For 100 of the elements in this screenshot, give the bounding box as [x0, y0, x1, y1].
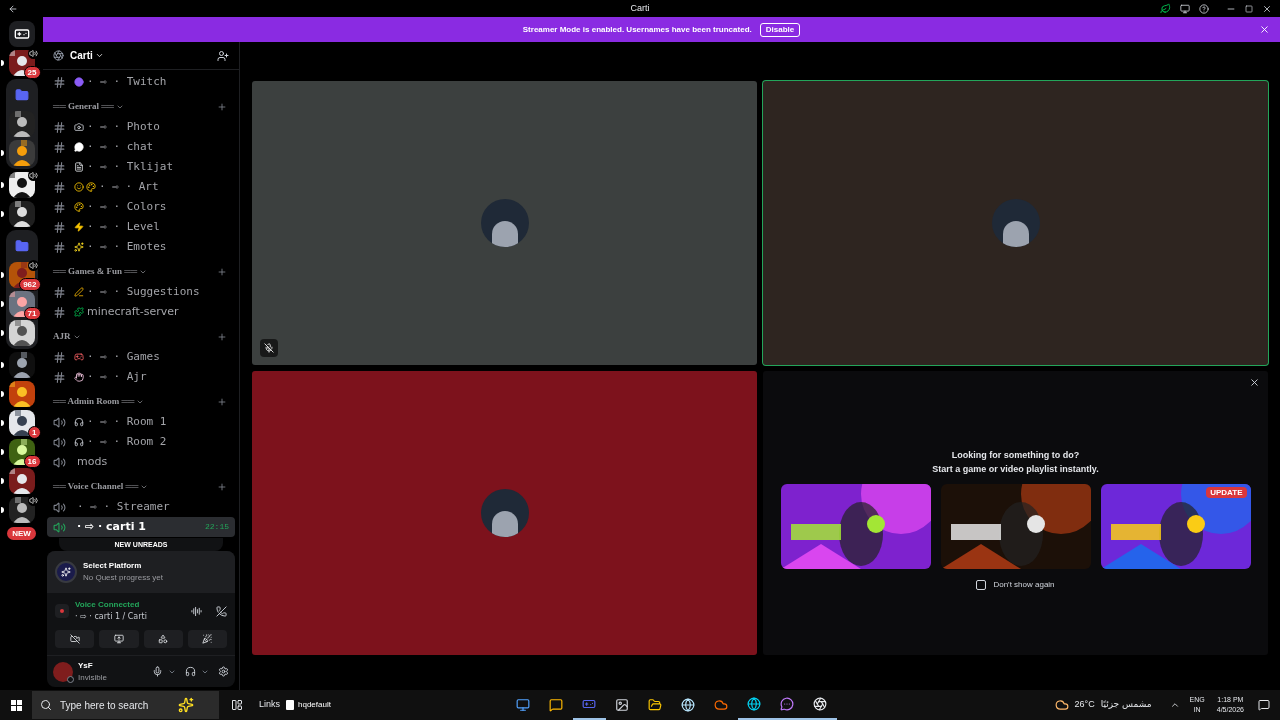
channel-name: · ⇨ · Room 2: [87, 433, 167, 450]
disable-button[interactable]: Disable: [759, 22, 801, 37]
links-toolbar[interactable]: Links: [259, 698, 280, 712]
speaker-icon: [53, 415, 66, 429]
activities-button[interactable]: [143, 630, 183, 648]
temperature[interactable]: 26°C: [1074, 698, 1095, 712]
checkbox[interactable]: [976, 580, 987, 590]
channel-item[interactable]: · ⇨ · Streamer: [47, 497, 235, 517]
channel-item[interactable]: · ⇨ · Colors: [47, 197, 235, 217]
hash-icon: [53, 285, 66, 299]
channel-item[interactable]: · ⇨ · Tklijat: [47, 157, 235, 177]
category-header[interactable]: AJR: [53, 330, 81, 344]
channel-item[interactable]: · ⇨ · Room 2: [47, 432, 235, 452]
speaker-icon: [53, 435, 66, 449]
chevron-icon: [116, 103, 124, 111]
channel-name: · ⇨ · Emotes: [87, 238, 167, 255]
palette-icon: [86, 182, 96, 192]
chevron-icon: [140, 483, 149, 491]
user-avatar: [991, 199, 1040, 247]
channel-name: · ⇨ · Streamer: [77, 498, 170, 515]
channel-item[interactable]: · ⇨ · Art: [47, 177, 235, 197]
channel-item[interactable]: · ⇨ · Games: [47, 347, 235, 367]
channel-item[interactable]: · ⇨ · Emotes: [47, 237, 235, 257]
channel-item[interactable]: · ⇨ · chat: [47, 137, 235, 157]
speaker-icon: [53, 455, 66, 469]
voice-activity-icon[interactable]: [191, 605, 202, 617]
invite-icon[interactable]: [217, 49, 229, 62]
channel-name: · ⇨ · chat: [87, 138, 154, 155]
channel-name: · ⇨ · Twitch: [87, 73, 167, 90]
weather-icon[interactable]: [1054, 698, 1069, 712]
video-tile[interactable]: [252, 81, 757, 365]
screen-share-button[interactable]: [99, 630, 139, 648]
channel-name: · ⇨ · Room 1: [87, 413, 167, 430]
back-icon[interactable]: [8, 3, 18, 14]
channel-item[interactable]: · ⇨ · carti 1 22:15: [47, 517, 235, 537]
search-input[interactable]: Type here to search: [60, 697, 170, 713]
channel-item[interactable]: · ⇨ · Twitch: [47, 72, 235, 92]
task-view-icon[interactable]: [231, 699, 243, 711]
channel-item[interactable]: · ⇨ · Suggestions: [47, 282, 235, 302]
category-header[interactable]: ══ General ══: [53, 100, 124, 114]
help-icon[interactable]: [1199, 3, 1209, 14]
search-field[interactable]: Type here to search: [32, 691, 219, 719]
channel-item[interactable]: mods: [47, 452, 235, 472]
add-channel-icon[interactable]: [217, 332, 227, 342]
notifications-icon[interactable]: [1258, 699, 1270, 711]
headphones-icon[interactable]: [185, 666, 196, 677]
maximize-icon[interactable]: [1245, 4, 1253, 13]
server-icon: [53, 50, 64, 61]
user-avatar[interactable]: [53, 661, 73, 682]
hash-icon: [53, 350, 66, 364]
close-icon[interactable]: [1249, 377, 1260, 388]
channel-item[interactable]: · ⇨ · Room 1: [47, 412, 235, 432]
add-channel-icon[interactable]: [217, 397, 227, 407]
video-tile[interactable]: [763, 81, 1268, 365]
disconnect-icon[interactable]: [216, 605, 227, 617]
channel-item[interactable]: · ⇨ · Ajr: [47, 367, 235, 387]
channel-name: minecraft-server: [87, 303, 179, 320]
channel-item[interactable]: · ⇨ · Photo: [47, 117, 235, 137]
settings-icon[interactable]: [218, 666, 229, 677]
chevron-icon: [94, 51, 104, 60]
chevron-icon: [136, 398, 145, 406]
leaf-icon[interactable]: [1160, 3, 1171, 14]
server-name-button[interactable]: Carti: [70, 48, 104, 63]
camera-off-icon: [69, 634, 80, 644]
add-channel-icon[interactable]: [217, 102, 227, 112]
pinned-file[interactable]: hqdefault: [298, 699, 331, 711]
add-channel-icon[interactable]: [217, 267, 227, 277]
chevron-icon[interactable]: [1169, 700, 1180, 710]
channel-item[interactable]: · ⇨ · Level: [47, 217, 235, 237]
close-icon[interactable]: [1262, 3, 1272, 14]
microphone-icon[interactable]: [152, 666, 163, 677]
hash-icon: [53, 140, 66, 154]
close-icon[interactable]: [1259, 24, 1270, 35]
category-header[interactable]: ══ Games & Fun ══: [53, 265, 147, 279]
circle-icon: [74, 77, 84, 87]
add-channel-icon[interactable]: [217, 482, 227, 492]
puzzle-icon: [74, 307, 84, 317]
hash-icon: [53, 160, 66, 174]
channel-name: · ⇨ · Colors: [87, 198, 167, 215]
new-pill[interactable]: NEW: [7, 527, 36, 540]
hash-icon: [53, 200, 66, 214]
folder-icon: [14, 88, 29, 102]
prompt-heading: Looking for something to do?: [951, 449, 1080, 462]
voice-channel: · ⇨ · carti 1 / Carti: [75, 611, 147, 623]
soundboard-button[interactable]: [187, 630, 227, 648]
hash-icon: [53, 180, 66, 194]
prompt-subheading: Start a game or video playlist instantly.: [932, 462, 1099, 476]
hash-icon: [53, 305, 66, 319]
camera-button[interactable]: [55, 630, 95, 648]
home-button[interactable]: [8, 21, 35, 47]
quest-subtitle: No Quest progress yet: [83, 572, 164, 584]
channel-item[interactable]: minecraft-server: [47, 302, 235, 322]
screen-share-icon: [113, 634, 124, 644]
channel-name: · ⇨ · Ajr: [87, 368, 147, 385]
weather-text[interactable]: مشمس جزئيًا: [1100, 698, 1152, 712]
video-tile[interactable]: [252, 371, 757, 655]
hash-icon: [53, 240, 66, 254]
category-header[interactable]: ══ Voice Channel ══: [53, 480, 149, 494]
quest-card[interactable]: Select Platform No Quest progress yet: [47, 551, 235, 593]
category-header[interactable]: ══ Admin Room ══: [53, 395, 145, 409]
